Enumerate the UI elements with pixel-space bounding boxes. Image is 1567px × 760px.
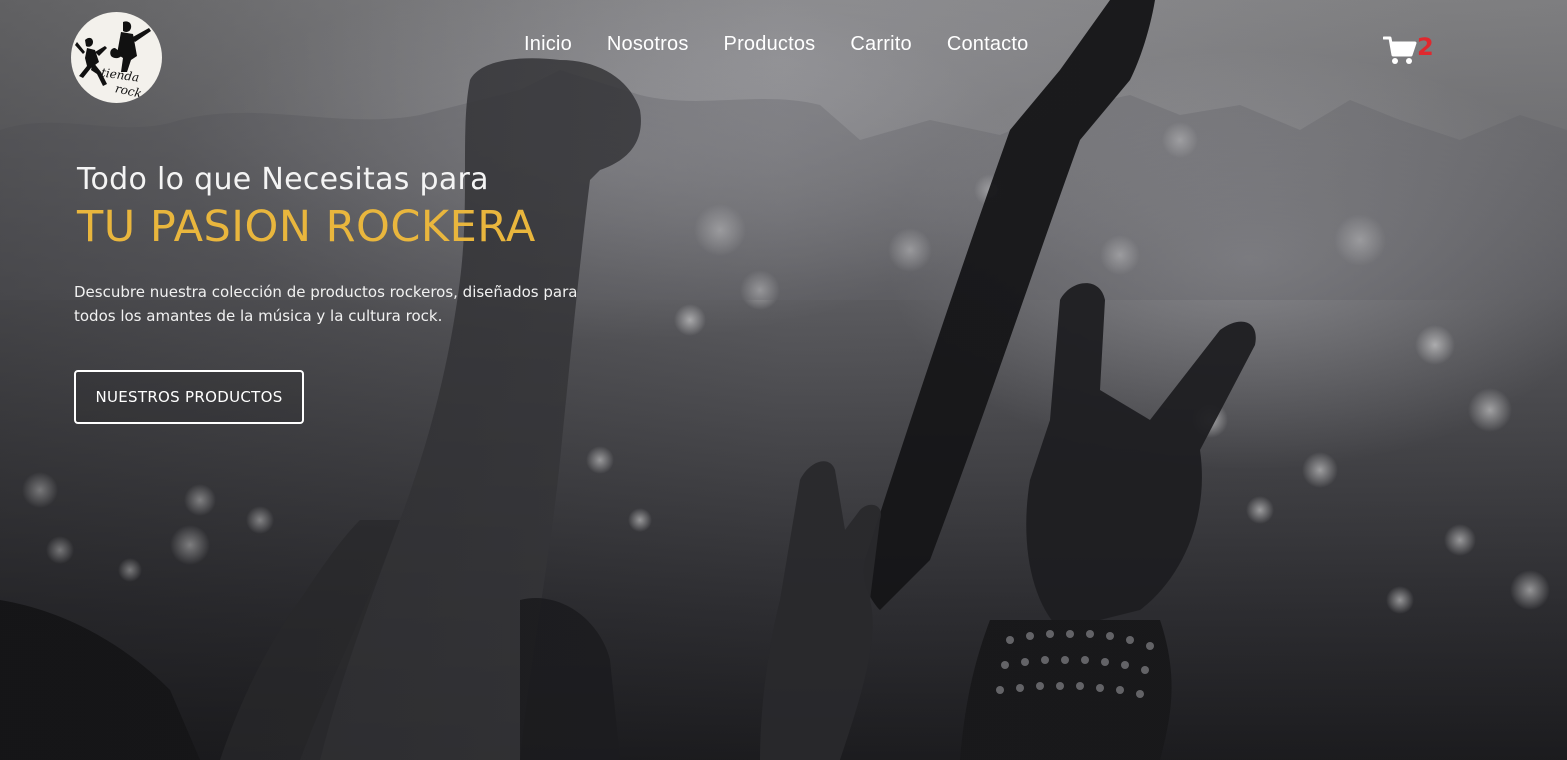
tienda-rock-logo[interactable]: tienda rock [71, 12, 162, 103]
nav-link-nosotros[interactable]: Nosotros [607, 33, 689, 56]
nav-link-contacto[interactable]: Contacto [947, 33, 1029, 56]
nuestros-productos-button[interactable]: NUESTROS PRODUCTOS [74, 370, 304, 424]
cart-button[interactable]: 2 [1383, 33, 1439, 68]
nav-link-carrito[interactable]: Carrito [850, 33, 911, 56]
hero-content: Todo lo que Necesitas para TU PASION ROC… [74, 160, 634, 343]
hero-section: tienda rock Inicio Nosotros Productos Ca… [0, 0, 1567, 760]
shopping-cart-icon [1383, 36, 1417, 64]
hero-subtitle: Todo lo que Necesitas para [77, 162, 489, 197]
hero-title: TU PASION ROCKERA [77, 202, 536, 252]
cart-count-badge: 2 [1417, 33, 1434, 61]
hero-description: Descubre nuestra colección de productos … [74, 283, 578, 325]
nav-link-inicio[interactable]: Inicio [524, 33, 572, 56]
top-navbar: tienda rock Inicio Nosotros Productos Ca… [0, 0, 1567, 103]
main-menu: Inicio Nosotros Productos Carrito Contac… [524, 33, 1028, 56]
nav-link-productos[interactable]: Productos [724, 33, 816, 56]
